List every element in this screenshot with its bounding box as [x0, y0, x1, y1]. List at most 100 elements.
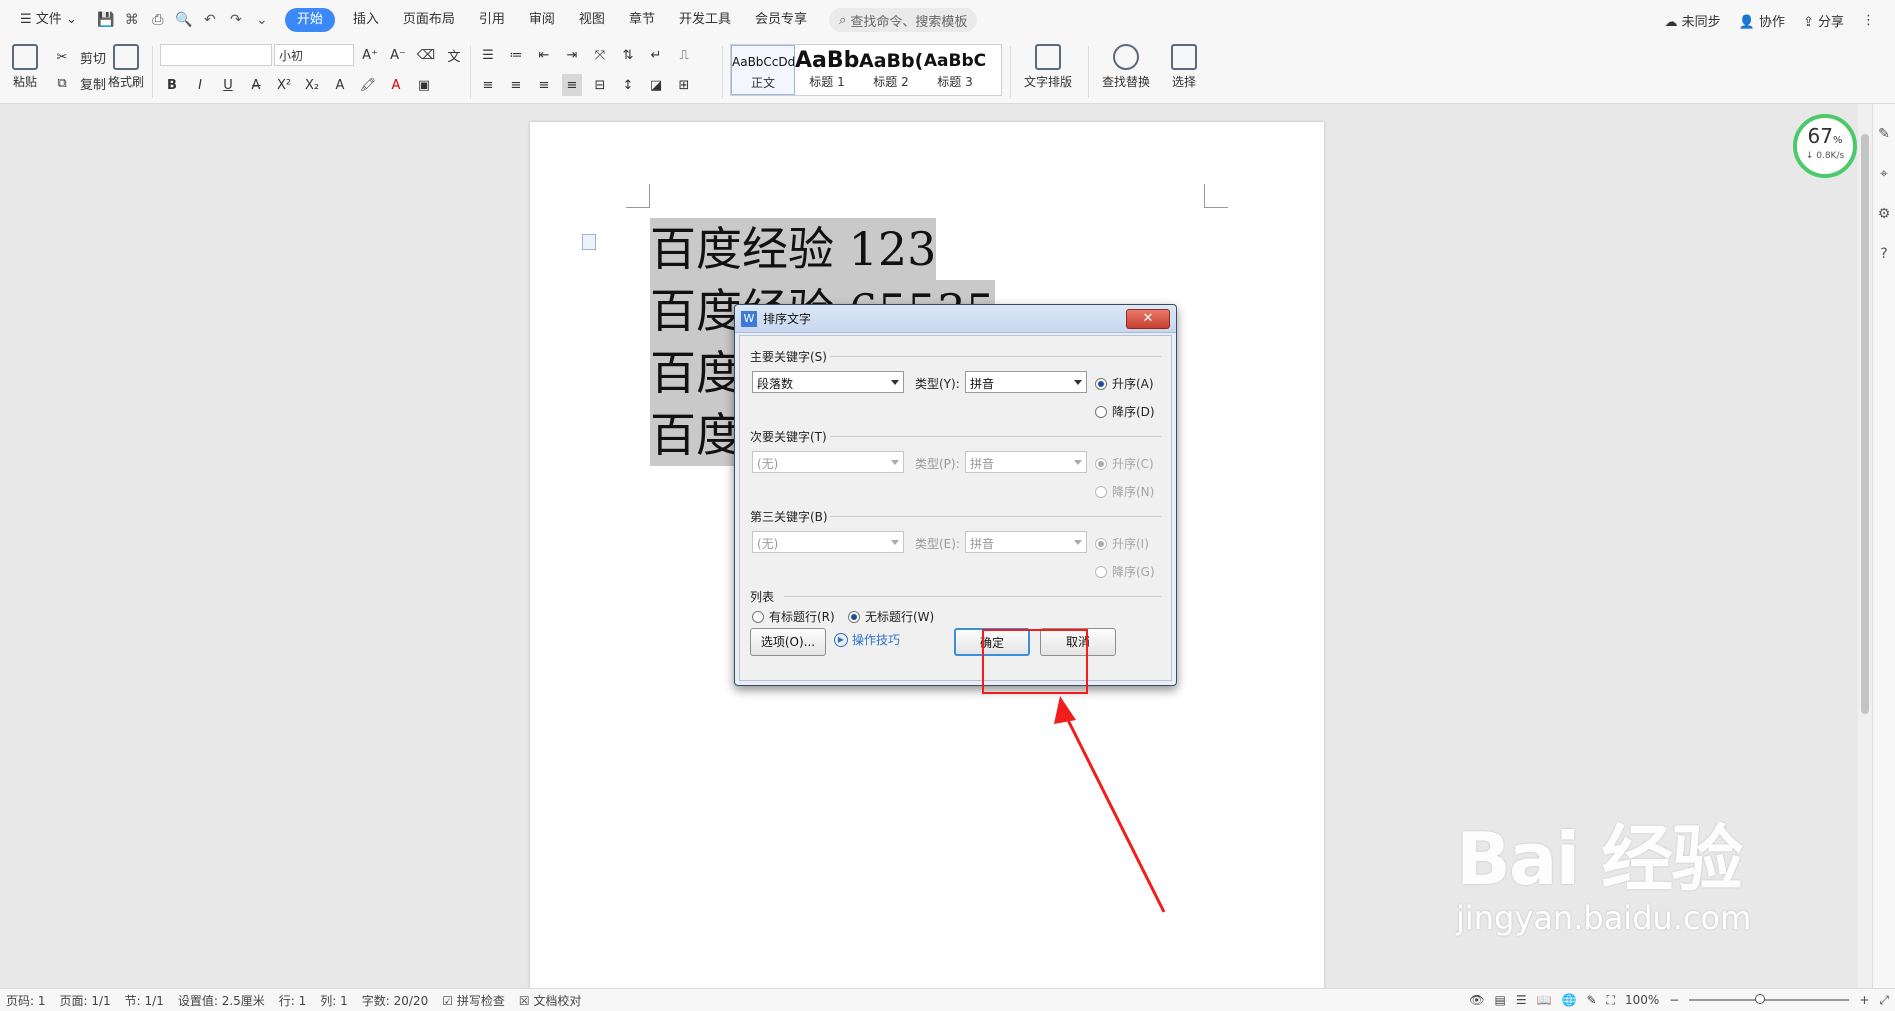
tertiary-asc-radio[interactable]: 升序(I) — [1095, 535, 1149, 552]
numbered-list-icon[interactable]: ≔ — [506, 44, 526, 66]
style-heading-3[interactable]: AaBbC 标题 3 — [923, 45, 987, 95]
status-row[interactable]: 行: 1 — [279, 992, 307, 1009]
paragraph-handle-icon[interactable] — [582, 234, 596, 250]
style-heading-1[interactable]: AaBb 标题 1 — [795, 45, 859, 95]
shrink-font-icon[interactable]: A⁻ — [388, 44, 408, 66]
collab-button[interactable]: 👤 协作 — [1739, 11, 1785, 30]
fit-page-icon[interactable]: ⛶ — [1607, 993, 1615, 1008]
format-icon[interactable]: ⌘ — [121, 9, 143, 31]
align-left-icon[interactable]: ≡ — [478, 74, 498, 96]
primary-type-select[interactable]: 拼音 — [965, 371, 1087, 393]
justify-icon[interactable]: ≡ — [562, 74, 582, 96]
secondary-asc-radio[interactable]: 升序(C) — [1095, 455, 1154, 472]
spell-check-toggle[interactable]: ☑ 拼写检查 — [442, 992, 505, 1009]
reading-view-icon[interactable]: 📖 — [1537, 993, 1552, 1007]
secondary-desc-radio[interactable]: 降序(N) — [1095, 483, 1154, 500]
redo-icon[interactable]: ↷ — [225, 9, 247, 31]
cut-button[interactable]: ✂ 剪切 — [52, 46, 106, 68]
strikethrough-icon[interactable]: A̶ — [246, 74, 266, 96]
superscript-icon[interactable]: X² — [274, 74, 294, 96]
bold-icon[interactable]: B — [162, 74, 182, 96]
print-preview-icon[interactable]: 🔍 — [173, 9, 195, 31]
primary-key-select[interactable]: 段落数 — [752, 371, 904, 393]
outline-view-icon[interactable]: ☰ — [1516, 993, 1527, 1007]
align-right-icon[interactable]: ≡ — [534, 74, 554, 96]
tertiary-key-select[interactable]: (无) — [752, 531, 904, 553]
subscript-icon[interactable]: X₂ — [302, 74, 322, 96]
tab-section[interactable]: 章节 — [617, 6, 667, 34]
grow-font-icon[interactable]: A⁺ — [360, 44, 380, 66]
tab-insert[interactable]: 插入 — [341, 6, 391, 34]
options-button[interactable]: 选项(O)... — [750, 628, 826, 656]
font-size-select[interactable]: 小初 — [274, 44, 354, 66]
save-icon[interactable]: 💾 — [95, 9, 117, 31]
italic-icon[interactable]: I — [190, 74, 210, 96]
paste-button[interactable]: 粘贴 — [8, 44, 42, 90]
tab-member[interactable]: 会员专享 — [743, 6, 819, 34]
format-painter-button[interactable]: 格式刷 — [106, 44, 146, 90]
file-menu[interactable]: ☰ 文件 ⌄ — [8, 6, 89, 34]
zoom-out-icon[interactable]: − — [1669, 993, 1679, 1007]
edit-icon[interactable]: ✎ — [1875, 126, 1893, 144]
line-spacing-icon[interactable]: ↕ — [618, 74, 638, 96]
print-icon[interactable]: ⎙ — [147, 9, 169, 31]
clear-format-icon[interactable]: ⌫ — [416, 44, 436, 66]
more-icon[interactable]: ⌄ — [251, 9, 273, 31]
secondary-type-select[interactable]: 拼音 — [965, 451, 1087, 473]
distribute-icon[interactable]: ⊟ — [590, 74, 610, 96]
table-tab-icon[interactable]: ⎍ — [674, 44, 694, 66]
zoom-slider[interactable] — [1689, 994, 1850, 1004]
scroll-thumb[interactable] — [1861, 134, 1869, 714]
underline-icon[interactable]: U — [218, 74, 238, 96]
chinese-layout-icon[interactable]: ⤧ — [590, 44, 610, 66]
zoom-level[interactable]: 100% — [1625, 993, 1659, 1007]
cursor-icon[interactable]: ⌖ — [1875, 166, 1893, 184]
pen-icon[interactable]: ✎ — [1586, 993, 1596, 1007]
tab-home[interactable]: 开始 — [284, 8, 335, 32]
zoom-slider-knob[interactable] — [1755, 994, 1766, 1004]
tips-link[interactable]: ▶ 操作技巧 — [834, 631, 900, 648]
style-heading-2[interactable]: AaBb( 标题 2 — [859, 45, 923, 95]
network-speed-widget[interactable]: 67% ↓ 0.8K/s — [1793, 114, 1857, 178]
bullet-list-icon[interactable]: ☰ — [478, 44, 498, 66]
select-button[interactable]: 选择 — [1162, 44, 1206, 90]
char-border-icon[interactable]: ▣ — [414, 74, 434, 96]
status-setting[interactable]: 设置值: 2.5厘米 — [178, 992, 265, 1009]
text-effect-icon[interactable]: A — [330, 74, 350, 96]
dialog-close-button[interactable]: ✕ — [1126, 308, 1170, 329]
no-header-radio[interactable]: 无标题行(W) — [848, 608, 934, 625]
web-view-icon[interactable]: 🌐 — [1562, 993, 1577, 1007]
font-name-select[interactable] — [160, 44, 272, 66]
tab-review[interactable]: 审阅 — [517, 6, 567, 34]
command-search[interactable]: ⌕ 查找命令、搜索模板 — [828, 8, 978, 32]
font-color-icon[interactable]: A — [386, 74, 406, 96]
increase-indent-icon[interactable]: ⇥ — [562, 44, 582, 66]
settings-icon[interactable]: ⚙ — [1875, 206, 1893, 224]
border-icon[interactable]: ⊞ — [674, 74, 694, 96]
status-column[interactable]: 列: 1 — [320, 992, 348, 1009]
decrease-indent-icon[interactable]: ⇤ — [534, 44, 554, 66]
tertiary-desc-radio[interactable]: 降序(G) — [1095, 563, 1155, 580]
tertiary-type-select[interactable]: 拼音 — [965, 531, 1087, 553]
dialog-titlebar[interactable]: W 排序文字 ✕ — [735, 305, 1176, 333]
copy-button[interactable]: ⧉ 复制 — [52, 72, 106, 94]
tab-references[interactable]: 引用 — [467, 6, 517, 34]
has-header-radio[interactable]: 有标题行(R) — [752, 608, 835, 625]
tab-developer[interactable]: 开发工具 — [667, 6, 743, 34]
align-center-icon[interactable]: ≡ — [506, 74, 526, 96]
undo-icon[interactable]: ↶ — [199, 9, 221, 31]
status-pages[interactable]: 页面: 1/1 — [60, 992, 111, 1009]
doc-proof-toggle[interactable]: ☒ 文档校对 — [519, 992, 582, 1009]
tab-page-layout[interactable]: 页面布局 — [391, 6, 467, 34]
status-section[interactable]: 节: 1/1 — [125, 992, 164, 1009]
page-view-icon[interactable]: ▤ — [1494, 993, 1505, 1007]
text-layout-button[interactable]: 文字排版 — [1018, 44, 1078, 90]
primary-asc-radio[interactable]: 升序(A) — [1095, 375, 1154, 392]
zoom-in-icon[interactable]: + — [1859, 993, 1869, 1007]
vertical-scrollbar[interactable] — [1858, 104, 1872, 988]
sort-icon[interactable]: ⇅ — [618, 44, 638, 66]
fullscreen-icon[interactable]: ⤢ — [1879, 993, 1889, 1008]
phonetic-icon[interactable]: 文 — [444, 44, 464, 66]
share-button[interactable]: ⇪ 分享 — [1803, 11, 1844, 30]
show-marks-icon[interactable]: ↵ — [646, 44, 666, 66]
